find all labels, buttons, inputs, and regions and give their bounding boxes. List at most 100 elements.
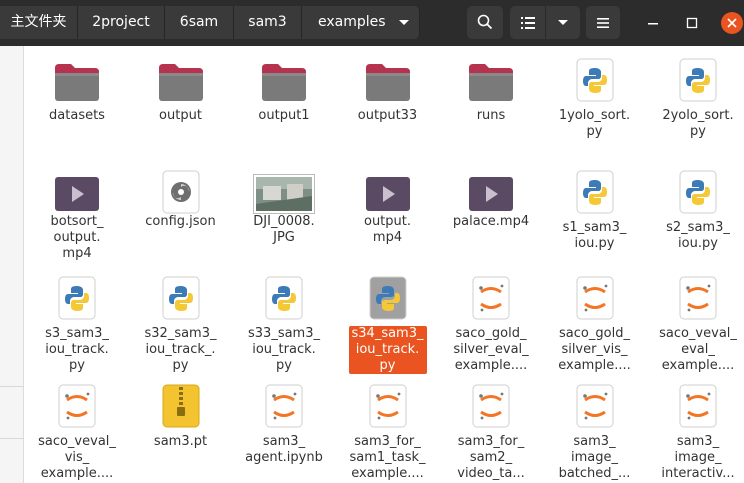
file-item-label: s32_sam3_ iou_track_. py bbox=[144, 326, 217, 373]
list-view-button[interactable] bbox=[510, 6, 546, 39]
breadcrumb-2project[interactable]: 2project bbox=[78, 6, 165, 39]
file-item-icon bbox=[679, 384, 717, 432]
notebook-file-icon bbox=[679, 384, 717, 428]
folder-icon bbox=[262, 64, 306, 101]
file-item-icon bbox=[54, 176, 100, 216]
python-file-icon bbox=[576, 170, 613, 214]
view-toggle-group bbox=[510, 6, 580, 39]
sidebar bbox=[0, 46, 24, 483]
python-file-icon bbox=[576, 58, 613, 102]
file-item[interactable]: saco_veval_ vis_ example.... bbox=[27, 378, 127, 483]
file-item[interactable]: botsort_ output. mp4 bbox=[27, 164, 127, 272]
search-button[interactable] bbox=[467, 6, 503, 39]
json-file-icon bbox=[162, 170, 199, 214]
file-item-icon bbox=[369, 276, 407, 324]
file-item[interactable]: output bbox=[131, 52, 231, 160]
file-item[interactable]: s1_sam3_ iou.py bbox=[545, 164, 645, 272]
close-button[interactable] bbox=[720, 11, 744, 35]
file-item-label: 1yolo_sort. py bbox=[558, 108, 631, 139]
file-item[interactable]: output1 bbox=[234, 52, 334, 160]
file-item[interactable]: sam3_for_ sam2_ video_ta... bbox=[441, 378, 541, 483]
file-item[interactable]: datasets bbox=[27, 52, 127, 160]
python-file-icon bbox=[679, 170, 717, 214]
file-item-label: palace.mp4 bbox=[452, 214, 530, 229]
image-thumbnail-icon bbox=[253, 174, 315, 214]
file-item[interactable]: sam3_ agent.ipynb bbox=[234, 378, 334, 483]
file-item-icon bbox=[162, 170, 200, 218]
file-item[interactable]: 1yolo_sort. py bbox=[545, 52, 645, 160]
file-item[interactable]: s34_sam3_ iou_track. py bbox=[338, 270, 438, 378]
file-item[interactable]: output. mp4 bbox=[338, 164, 438, 272]
file-item-icon bbox=[576, 276, 614, 324]
notebook-file-icon bbox=[472, 276, 510, 320]
folder-icon bbox=[158, 64, 203, 101]
file-item-label: output bbox=[159, 108, 202, 123]
file-item-icon bbox=[468, 176, 514, 216]
file-item[interactable]: config.json bbox=[131, 164, 231, 272]
sidebar-divider bbox=[0, 438, 24, 439]
file-item[interactable]: s32_sam3_ iou_track_. py bbox=[131, 270, 231, 378]
breadcrumb-6sam[interactable]: 6sam bbox=[165, 6, 234, 39]
python-file-icon bbox=[162, 276, 199, 320]
file-item[interactable]: sam3.pt bbox=[131, 378, 231, 483]
file-item[interactable]: sam3_ image_ batched_... bbox=[545, 378, 645, 483]
file-item-icon bbox=[576, 384, 614, 432]
folder-icon bbox=[469, 64, 513, 101]
file-item[interactable]: s2_sam3_ iou.py bbox=[648, 164, 744, 272]
file-item-label: saco_veval_ vis_ example.... bbox=[38, 434, 116, 481]
file-item[interactable]: saco_gold_ silver_eval_ example.... bbox=[441, 270, 541, 378]
breadcrumb-examples-label: examples bbox=[318, 14, 386, 30]
file-item-label: sam3_for_ sam2_ video_ta... bbox=[457, 434, 525, 481]
video-file-icon bbox=[365, 177, 410, 211]
main-menu-button[interactable] bbox=[586, 6, 620, 39]
video-file-icon bbox=[469, 177, 513, 211]
file-item-icon bbox=[467, 62, 515, 106]
file-item-icon bbox=[53, 62, 101, 106]
breadcrumb-examples[interactable]: examples bbox=[302, 6, 420, 39]
file-item[interactable]: output33 bbox=[338, 52, 438, 160]
python-file-icon bbox=[369, 276, 406, 320]
file-item-icon bbox=[253, 174, 315, 218]
file-item-icon bbox=[157, 62, 205, 106]
file-item[interactable]: s33_sam3_ iou_track. py bbox=[234, 270, 334, 378]
file-item[interactable]: sam3_ image_ interactiv... bbox=[648, 378, 744, 483]
file-item-label: s1_sam3_ iou.py bbox=[562, 220, 627, 251]
file-item-label: sam3_for_ sam1_task_ example.... bbox=[349, 434, 426, 481]
python-file-icon bbox=[58, 276, 96, 320]
close-icon bbox=[721, 12, 743, 34]
file-item[interactable]: saco_veval_ eval_ example.... bbox=[648, 270, 744, 378]
file-item-label: s3_sam3_ iou_track. py bbox=[45, 326, 109, 373]
file-item-label: datasets bbox=[49, 108, 105, 123]
minimize-button[interactable] bbox=[641, 11, 665, 35]
breadcrumb-home[interactable]: 主文件夹 bbox=[0, 6, 78, 39]
file-item-icon bbox=[364, 62, 412, 106]
list-view-icon bbox=[521, 17, 535, 29]
folder-icon bbox=[365, 64, 410, 101]
file-item-icon bbox=[369, 384, 407, 432]
file-item-label: s34_sam3_ iou_track. py bbox=[338, 326, 438, 374]
breadcrumb-sam3[interactable]: sam3 bbox=[234, 6, 302, 39]
file-item[interactable]: 2yolo_sort. py bbox=[648, 52, 744, 160]
file-item[interactable]: DJI_0008. JPG bbox=[234, 164, 334, 272]
file-item-icon bbox=[265, 384, 303, 432]
file-item-icon bbox=[472, 276, 510, 324]
file-grid: datasets output output1 output33 runs 1y… bbox=[25, 46, 744, 483]
file-item-icon bbox=[162, 384, 200, 432]
file-item[interactable]: palace.mp4 bbox=[441, 164, 541, 272]
file-item-label: saco_gold_ silver_eval_ example.... bbox=[453, 326, 529, 373]
file-item-icon bbox=[576, 58, 614, 106]
file-item-icon bbox=[260, 62, 308, 106]
file-item-label: s2_sam3_ iou.py bbox=[666, 220, 730, 251]
chevron-down-icon[interactable] bbox=[398, 19, 410, 27]
video-file-icon bbox=[55, 177, 99, 211]
maximize-button[interactable] bbox=[680, 11, 704, 35]
notebook-file-icon bbox=[576, 384, 613, 428]
file-item[interactable]: sam3_for_ sam1_task_ example.... bbox=[338, 378, 438, 483]
file-item[interactable]: saco_gold_ silver_vis_ example.... bbox=[545, 270, 645, 378]
file-item-label: botsort_ output. mp4 bbox=[50, 214, 104, 261]
hamburger-menu-icon bbox=[597, 18, 609, 28]
file-item[interactable]: runs bbox=[441, 52, 541, 160]
view-options-button[interactable] bbox=[546, 6, 580, 39]
maximize-icon bbox=[686, 17, 698, 29]
file-item[interactable]: s3_sam3_ iou_track. py bbox=[27, 270, 127, 378]
